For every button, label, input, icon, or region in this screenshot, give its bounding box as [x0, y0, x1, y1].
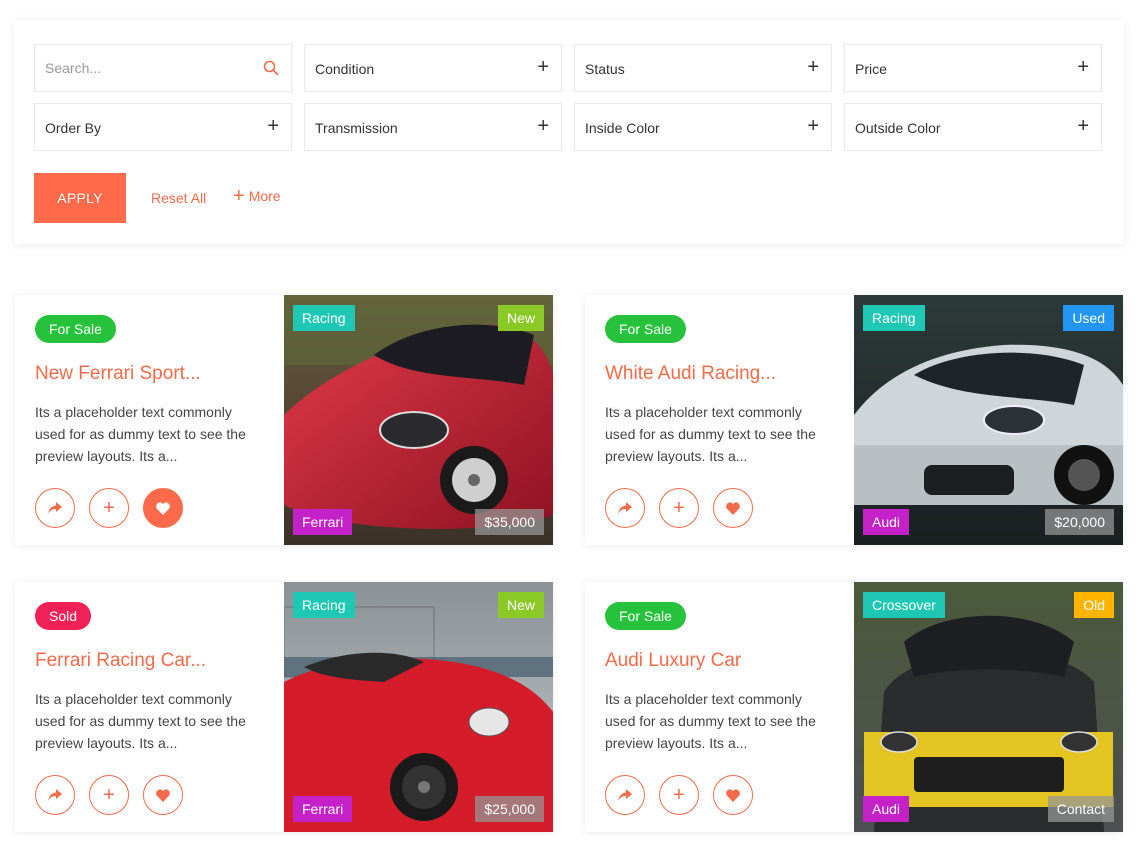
listing-card: For Sale Audi Luxury Car Its a placehold… — [585, 582, 1123, 832]
status-badge: For Sale — [605, 315, 686, 343]
condition-tag: New — [497, 592, 544, 618]
share-icon — [48, 502, 62, 514]
listing-card: For Sale New Ferrari Sport... Its a plac… — [15, 295, 553, 545]
card-actions: + — [605, 488, 753, 528]
heart-icon — [156, 501, 170, 515]
compare-button[interactable]: + — [89, 488, 129, 528]
inside-color-dropdown[interactable]: Inside Color + — [574, 103, 832, 151]
plus-icon: + — [807, 115, 819, 137]
listing-card: For Sale White Audi Racing... Its a plac… — [585, 295, 1123, 545]
car-photo[interactable]: Crossover Old Audi Contact — [854, 582, 1123, 832]
favorite-button[interactable] — [713, 775, 753, 815]
brand-tag: Audi — [863, 796, 910, 822]
favorite-button[interactable] — [143, 488, 183, 528]
condition-tag: Used — [1063, 305, 1114, 331]
price-tag: $35,000 — [475, 509, 544, 535]
condition-tag: Old — [1074, 592, 1114, 618]
favorite-button[interactable] — [143, 775, 183, 815]
plus-icon: + — [537, 56, 549, 78]
type-tag: Crossover — [863, 592, 945, 618]
plus-icon: + — [537, 115, 549, 137]
price-tag: Contact — [1047, 796, 1114, 822]
plus-icon: + — [233, 185, 245, 207]
share-icon — [618, 789, 632, 801]
heart-icon — [726, 788, 740, 802]
favorite-button[interactable] — [713, 488, 753, 528]
filter-panel: Condition + Status + Price + Order By + … — [14, 20, 1124, 244]
brand-tag: Ferrari — [293, 796, 353, 822]
price-tag: $25,000 — [475, 796, 544, 822]
heart-icon — [156, 788, 170, 802]
listing-description: Its a placeholder text commonly used for… — [35, 404, 246, 464]
status-label: Status — [585, 61, 625, 77]
type-tag: Racing — [293, 592, 355, 618]
red-convertible-image — [284, 582, 553, 832]
listing-title[interactable]: Audi Luxury Car — [605, 650, 741, 672]
status-dropdown[interactable]: Status + — [574, 44, 832, 92]
condition-label: Condition — [315, 61, 375, 77]
search-field[interactable] — [34, 44, 292, 92]
price-tag: $20,000 — [1045, 509, 1114, 535]
price-dropdown[interactable]: Price + — [844, 44, 1102, 92]
status-badge: Sold — [35, 602, 92, 630]
plus-icon: + — [673, 497, 685, 519]
inside-color-label: Inside Color — [585, 120, 660, 136]
car-photo[interactable]: Racing New Ferrari $25,000 — [284, 582, 553, 832]
search-input[interactable] — [35, 45, 291, 91]
reset-all-link[interactable]: Reset All — [151, 190, 206, 206]
card-actions: + — [605, 775, 753, 815]
plus-icon: + — [1077, 56, 1089, 78]
car-photo[interactable]: Racing New Ferrari $35,000 — [284, 295, 553, 545]
plus-icon: + — [267, 115, 279, 137]
outside-color-dropdown[interactable]: Outside Color + — [844, 103, 1102, 151]
car-photo[interactable]: Racing Used Audi $20,000 — [854, 295, 1123, 545]
card-actions: + — [35, 488, 183, 528]
heart-icon — [726, 501, 740, 515]
listing-title[interactable]: New Ferrari Sport... — [35, 363, 201, 385]
card-actions: + — [35, 775, 183, 815]
plus-icon: + — [103, 784, 115, 806]
listing-description: Its a placeholder text commonly used for… — [35, 691, 246, 751]
yellow-audi-car-image — [854, 582, 1123, 832]
transmission-dropdown[interactable]: Transmission + — [304, 103, 562, 151]
share-button[interactable] — [605, 775, 645, 815]
compare-button[interactable]: + — [659, 775, 699, 815]
type-tag: Racing — [863, 305, 925, 331]
compare-button[interactable]: + — [89, 775, 129, 815]
status-badge: For Sale — [35, 315, 116, 343]
order-by-dropdown[interactable]: Order By + — [34, 103, 292, 151]
plus-icon: + — [673, 784, 685, 806]
brand-tag: Ferrari — [293, 509, 353, 535]
listing-title[interactable]: White Audi Racing... — [605, 363, 776, 385]
compare-button[interactable]: + — [659, 488, 699, 528]
share-icon — [618, 502, 632, 514]
search-icon[interactable] — [263, 60, 279, 76]
plus-icon: + — [103, 497, 115, 519]
more-label: More — [248, 188, 281, 204]
status-badge: For Sale — [605, 602, 686, 630]
brand-tag: Audi — [863, 509, 910, 535]
condition-dropdown[interactable]: Condition + — [304, 44, 562, 92]
order-by-label: Order By — [45, 120, 102, 136]
listing-title[interactable]: Ferrari Racing Car... — [35, 650, 206, 672]
outside-color-label: Outside Color — [855, 120, 941, 136]
listing-card: Sold Ferrari Racing Car... Its a placeho… — [15, 582, 553, 832]
share-icon — [48, 789, 62, 801]
listing-description: Its a placeholder text commonly used for… — [605, 404, 816, 464]
apply-button[interactable]: APPLY — [34, 173, 126, 223]
share-button[interactable] — [35, 488, 75, 528]
transmission-label: Transmission — [315, 120, 398, 136]
red-sports-car-image — [284, 295, 553, 545]
plus-icon: + — [1077, 115, 1089, 137]
share-button[interactable] — [605, 488, 645, 528]
type-tag: Racing — [293, 305, 355, 331]
price-label: Price — [855, 61, 887, 77]
share-button[interactable] — [35, 775, 75, 815]
condition-tag: New — [497, 305, 544, 331]
listing-description: Its a placeholder text commonly used for… — [605, 691, 816, 751]
plus-icon: + — [807, 56, 819, 78]
white-audi-car-image — [854, 295, 1123, 545]
more-link[interactable]: + More — [233, 186, 281, 206]
